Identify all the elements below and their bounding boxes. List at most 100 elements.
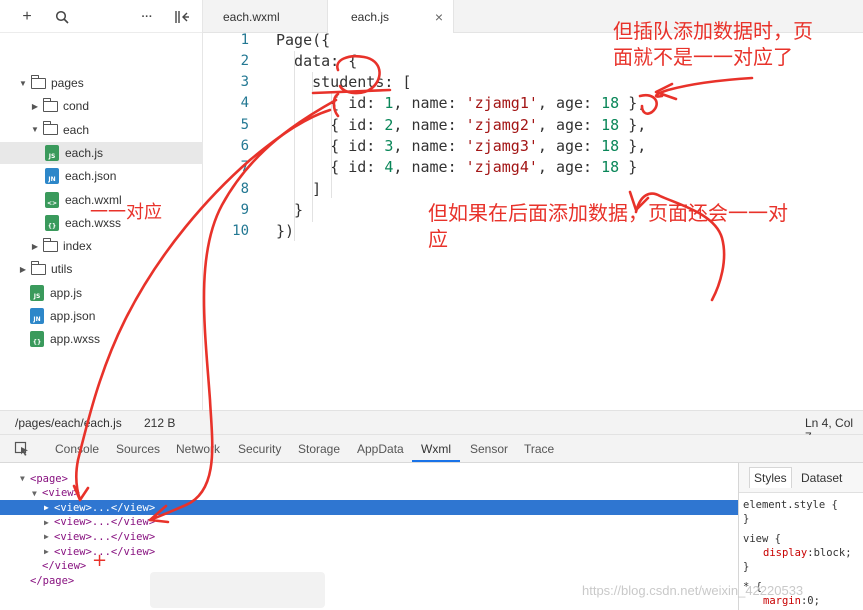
indent-guide bbox=[312, 72, 313, 222]
code-token: }) bbox=[276, 222, 295, 241]
tree-item-label: utils bbox=[51, 262, 73, 277]
wxml-node[interactable]: ▶ <view>...</view> bbox=[0, 515, 738, 530]
tab-styles[interactable]: Styles bbox=[749, 467, 792, 488]
js-file-icon: JS bbox=[45, 144, 59, 161]
chevron-right-icon[interactable]: ▶ bbox=[44, 547, 49, 556]
number-token: 18 bbox=[601, 137, 620, 155]
tree-item-each-js[interactable]: JS each.js bbox=[0, 141, 203, 164]
line-number: 4 bbox=[240, 95, 249, 112]
explorer-toolbar: + ··· bbox=[0, 0, 202, 33]
tab-security[interactable]: Security bbox=[238, 442, 281, 456]
chevron-right-icon[interactable]: ▶ bbox=[18, 265, 28, 274]
code-token: } bbox=[619, 158, 638, 177]
wxml-node[interactable]: ▼ <view> bbox=[0, 486, 738, 501]
wxml-node-text: <view>...</view> bbox=[54, 501, 156, 514]
inspect-element-icon[interactable] bbox=[14, 441, 30, 457]
code-token: ] bbox=[276, 179, 322, 198]
tree-item-each-wxss[interactable]: {} each.wxss bbox=[0, 212, 203, 234]
tree-item-index[interactable]: ▶ index bbox=[0, 235, 203, 257]
chevron-down-icon[interactable]: ▼ bbox=[18, 79, 28, 88]
chevron-down-icon[interactable]: ▼ bbox=[20, 474, 25, 483]
string-token: 'zjamg1' bbox=[465, 94, 538, 113]
watermark: https://blog.csdn.net/weixin_42220533 bbox=[582, 583, 804, 598]
code-text: } bbox=[276, 201, 303, 219]
tree-item-label: each.wxml bbox=[65, 192, 122, 207]
code-token: } bbox=[276, 200, 304, 219]
number-token: 18 bbox=[601, 158, 620, 177]
tab-wxml[interactable]: Wxml bbox=[421, 442, 451, 456]
wxml-node[interactable]: </view> bbox=[0, 559, 738, 574]
wxml-node-text: <view>...</view> bbox=[54, 530, 156, 543]
code-token: }, bbox=[619, 94, 647, 113]
code-text: students: [ bbox=[276, 73, 411, 91]
tab-dataset[interactable]: Dataset bbox=[801, 471, 842, 485]
chevron-down-icon[interactable]: ▼ bbox=[32, 489, 37, 498]
tab-console[interactable]: Console bbox=[55, 442, 99, 456]
folder-icon bbox=[42, 97, 58, 112]
code-text: }) bbox=[276, 222, 294, 240]
tree-item-cond[interactable]: ▶ cond bbox=[0, 95, 203, 117]
chevron-right-icon[interactable]: ▶ bbox=[44, 518, 49, 527]
tree-item-app-js[interactable]: JS app.js bbox=[0, 282, 203, 304]
tab-network[interactable]: Network bbox=[176, 442, 220, 456]
tree-item-app-json[interactable]: JN app.json bbox=[0, 305, 203, 327]
style-rule-line: view { bbox=[743, 533, 781, 545]
chevron-right-icon[interactable]: ▶ bbox=[30, 102, 40, 111]
tab-label: each.wxml bbox=[223, 9, 280, 24]
code-token: , name: bbox=[393, 137, 466, 155]
wxml-node[interactable]: ▶ <view>...</view> bbox=[0, 544, 738, 559]
tab-trace[interactable]: Trace bbox=[524, 442, 554, 456]
code-token: , name: bbox=[393, 115, 466, 134]
close-icon[interactable]: × bbox=[435, 9, 443, 25]
tree-item-label: pages bbox=[51, 76, 84, 90]
tree-item-each-json[interactable]: JN each.json bbox=[0, 165, 203, 187]
tree-item-label: app.json bbox=[50, 309, 96, 323]
code-line: 7 { id: 4, name: 'zjamg4', age: 18 } bbox=[203, 157, 863, 178]
string-token: 'zjamg2' bbox=[465, 115, 538, 134]
tab-sources[interactable]: Sources bbox=[116, 442, 160, 456]
file-explorer: + ··· ▼ pages ▶ cond ▼ each JS each.js JN each.js… bbox=[0, 0, 203, 410]
tab-sensor[interactable]: Sensor bbox=[470, 442, 508, 456]
tree-item-label: each.js bbox=[65, 145, 104, 160]
js-file-icon: JS bbox=[30, 284, 44, 301]
search-icon[interactable] bbox=[52, 7, 72, 27]
code-editor[interactable]: 1 Page({2 data: {3 students: [4 { id: 1, … bbox=[203, 31, 863, 410]
chevron-right-icon[interactable]: ▶ bbox=[44, 532, 49, 541]
styles-tabs: Styles Dataset bbox=[739, 463, 863, 493]
add-icon[interactable]: + bbox=[17, 7, 37, 27]
line-number: 8 bbox=[240, 180, 249, 197]
chevron-right-icon[interactable]: ▶ bbox=[30, 242, 40, 251]
style-rule-line: display:block; bbox=[763, 547, 852, 559]
number-token: 18 bbox=[601, 94, 620, 113]
chevron-down-icon[interactable]: ▼ bbox=[30, 125, 40, 134]
code-line: 6 { id: 3, name: 'zjamg3', age: 18 }, bbox=[203, 136, 863, 157]
json-file-icon: JN bbox=[30, 308, 44, 324]
collapse-panel-icon[interactable] bbox=[172, 7, 192, 27]
tree-item-app-wxss[interactable]: {} app.wxss bbox=[0, 328, 203, 350]
code-token: , name: bbox=[393, 158, 466, 177]
tab-appdata[interactable]: AppData bbox=[357, 442, 404, 456]
wxml-node[interactable]: ▶ <view>...</view> bbox=[0, 529, 738, 544]
folder-icon bbox=[30, 74, 46, 89]
tree-item-label: each.json bbox=[65, 169, 117, 184]
indent-guide bbox=[331, 93, 332, 198]
wxss-file-icon: {} bbox=[30, 331, 44, 348]
line-number: 9 bbox=[240, 201, 249, 218]
tree-item-utils[interactable]: ▶ utils bbox=[0, 258, 203, 280]
code-token: data: { bbox=[276, 51, 358, 70]
tab-storage[interactable]: Storage bbox=[298, 442, 340, 456]
code-token: }, bbox=[619, 137, 647, 155]
line-number: 2 bbox=[240, 52, 249, 69]
wxml-node-text: <view>...</view> bbox=[54, 516, 156, 529]
chevron-right-icon[interactable]: ▶ bbox=[44, 503, 49, 512]
style-rule-line: element.style { bbox=[743, 499, 838, 511]
tree-item-pages[interactable]: ▼ pages bbox=[0, 72, 203, 94]
code-token: , age: bbox=[537, 158, 602, 177]
tree-item-each-wxml[interactable]: <> each.wxml bbox=[0, 189, 203, 211]
tree-item-each[interactable]: ▼ each bbox=[0, 119, 203, 141]
wxml-node[interactable]: ▼ <page> bbox=[0, 471, 738, 486]
wxml-node[interactable]: ▶ <view>...</view> bbox=[0, 500, 738, 516]
code-token: , name: bbox=[393, 94, 466, 113]
wxml-node-text: </page> bbox=[30, 574, 75, 587]
more-icon[interactable]: ··· bbox=[137, 7, 157, 27]
